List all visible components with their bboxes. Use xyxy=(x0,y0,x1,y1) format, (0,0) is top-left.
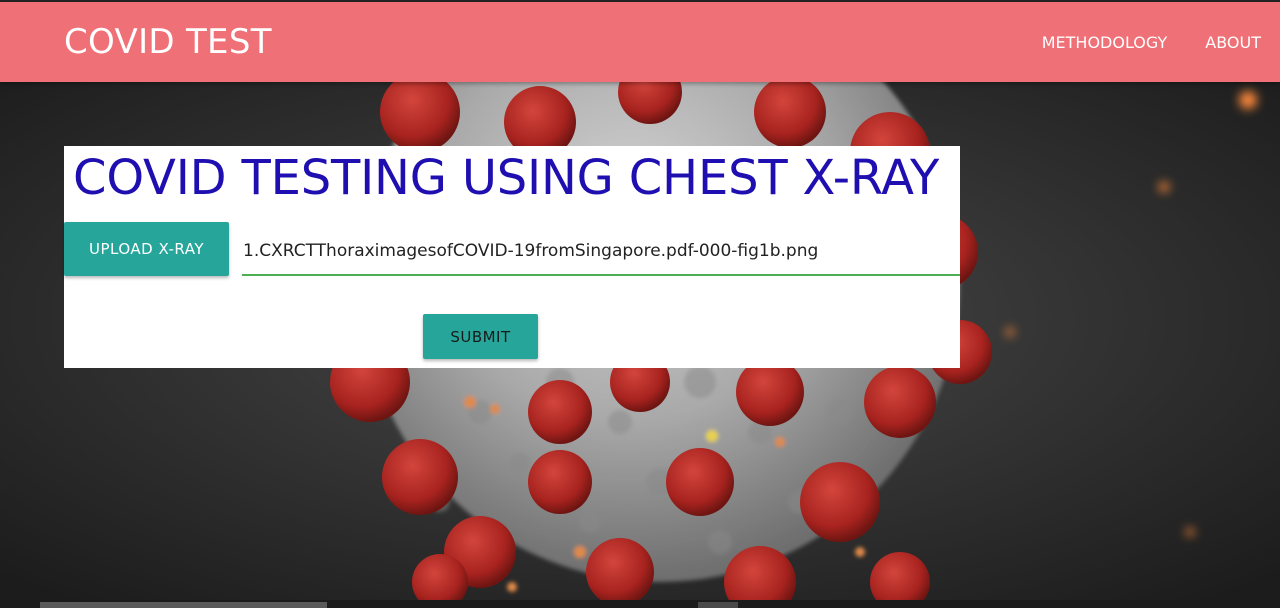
nav-link-about[interactable]: ABOUT xyxy=(1205,33,1261,52)
page-title: COVID TESTING USING CHEST X-RAY xyxy=(73,150,940,206)
file-path-field[interactable] xyxy=(242,228,960,276)
submit-button[interactable]: SUBMIT xyxy=(423,314,538,359)
nav-link-methodology[interactable]: METHODOLOGY xyxy=(1042,33,1168,52)
upload-xray-button[interactable]: UPLOAD X-RAY xyxy=(64,222,229,276)
brand-logo[interactable]: COVID TEST xyxy=(64,22,272,62)
upload-card: COVID TESTING USING CHEST X-RAY UPLOAD X… xyxy=(64,146,960,368)
page: COVID TEST METHODOLOGY ABOUT COVID TESTI… xyxy=(0,0,1280,608)
navbar: COVID TEST METHODOLOGY ABOUT xyxy=(0,0,1280,82)
bottom-strip xyxy=(0,600,1280,608)
nav-links: METHODOLOGY ABOUT xyxy=(1042,33,1261,52)
bottom-bar-segment xyxy=(698,602,738,608)
bottom-bar-segment xyxy=(40,602,327,608)
